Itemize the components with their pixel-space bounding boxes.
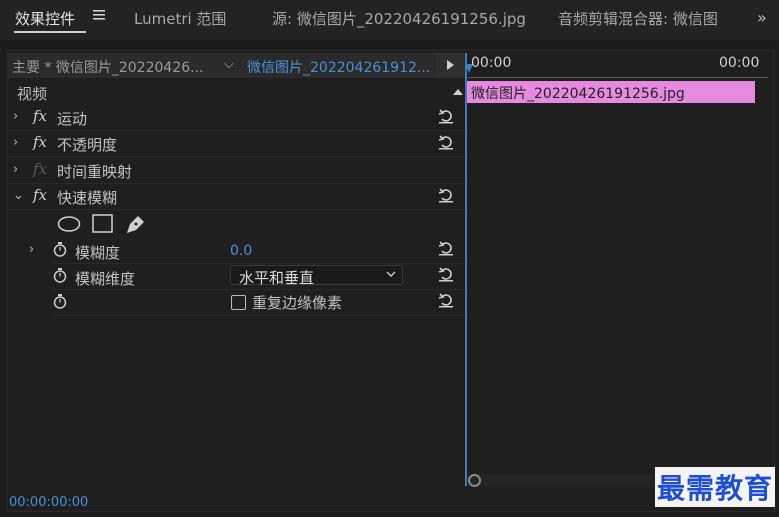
timeline-playhead-line[interactable] [465,53,467,486]
effect-row-motion[interactable]: › fx 运动 [7,105,465,131]
repeat-edge-label: 重复边缘像素 [252,294,343,312]
tab-overflow-icon[interactable]: » [757,8,767,27]
effect-row-fast-blur[interactable]: ⌄ fx 快速模糊 [7,184,465,210]
fx-toggle-icon[interactable]: fx [33,160,47,178]
expand-chevron-icon[interactable]: › [13,109,18,124]
play-clip-button[interactable] [436,53,464,78]
property-label: 模糊维度 [75,270,136,288]
time-ruler[interactable] [468,74,768,78]
expand-chevron-icon[interactable]: › [13,135,18,150]
active-tab-indicator [14,31,86,33]
section-label: 视频 [17,85,48,103]
ellipse-mask-icon[interactable] [57,216,81,232]
rectangle-mask-icon[interactable] [92,214,113,233]
reset-icon[interactable] [437,240,455,256]
panel-tab-bar: 效果控件 Lumetri 范围 源: 微信图片_20220426191256.j… [0,0,779,40]
reset-icon[interactable] [437,108,455,124]
watermark-logo: 最需教育 [655,467,776,507]
tab-source-monitor[interactable]: 源: 微信图片_20220426191256.jpg [272,8,526,29]
repeat-edge-checkbox[interactable] [231,295,246,310]
timeline-end-timecode: 00:00 [719,55,760,71]
tab-effect-controls[interactable]: 效果控件 [15,8,75,29]
stopwatch-icon[interactable] [53,268,67,283]
effect-row-opacity[interactable]: › fx 不透明度 [7,131,465,157]
timeline-clip[interactable]: 微信图片_20220426191256.jpg [467,81,755,103]
dropdown-value: 水平和垂直 [239,269,315,287]
clip-name: 微信图片_20220426191256.jpg [471,86,685,102]
master-clip-label[interactable]: 主要 * 微信图片_20220426... [12,57,204,77]
effect-label: 运动 [57,110,88,128]
expand-chevron-icon[interactable]: › [29,242,34,257]
panel-menu-icon[interactable] [93,9,105,21]
effect-label: 时间重映射 [57,163,133,181]
fx-toggle-icon[interactable]: fx [33,107,47,125]
effect-row-time-remapping[interactable]: › fx 时间重映射 [7,158,465,184]
reset-icon[interactable] [437,187,455,203]
fx-toggle-icon[interactable]: fx [33,186,47,204]
current-timecode[interactable]: 00:00:00:00 [9,495,88,510]
property-label: 模糊度 [75,244,121,262]
stopwatch-icon[interactable] [53,242,67,257]
reset-icon[interactable] [437,292,455,308]
sequence-clip-label[interactable]: 微信图片_202204261912... [247,57,430,77]
reset-icon[interactable] [437,266,455,282]
tab-lumetri-scopes[interactable]: Lumetri 范围 [134,8,226,29]
expand-chevron-icon[interactable]: › [13,162,18,177]
video-section-header[interactable]: 视频 [7,80,465,104]
chevron-down-icon[interactable]: ⌵ [224,57,234,72]
mask-tools [57,214,144,233]
blurriness-value[interactable]: 0.0 [230,243,252,259]
fx-toggle-icon[interactable]: fx [33,133,47,151]
collapse-arrow-icon[interactable] [453,89,463,95]
pen-mask-icon[interactable] [127,216,144,233]
chevron-down-icon [386,271,396,277]
stopwatch-icon[interactable] [53,294,67,309]
scroll-handle[interactable] [468,474,481,487]
timeline-start-timecode: 00:00 [471,55,512,71]
effect-label: 快速模糊 [57,189,118,207]
tab-audio-clip-mixer[interactable]: 音频剪辑混合器: 微信图 [558,8,718,29]
reset-icon[interactable] [437,134,455,150]
effect-label: 不透明度 [57,136,118,154]
collapse-chevron-icon[interactable]: ⌄ [13,188,24,203]
blur-dimensions-dropdown[interactable]: 水平和垂直 [230,265,403,287]
